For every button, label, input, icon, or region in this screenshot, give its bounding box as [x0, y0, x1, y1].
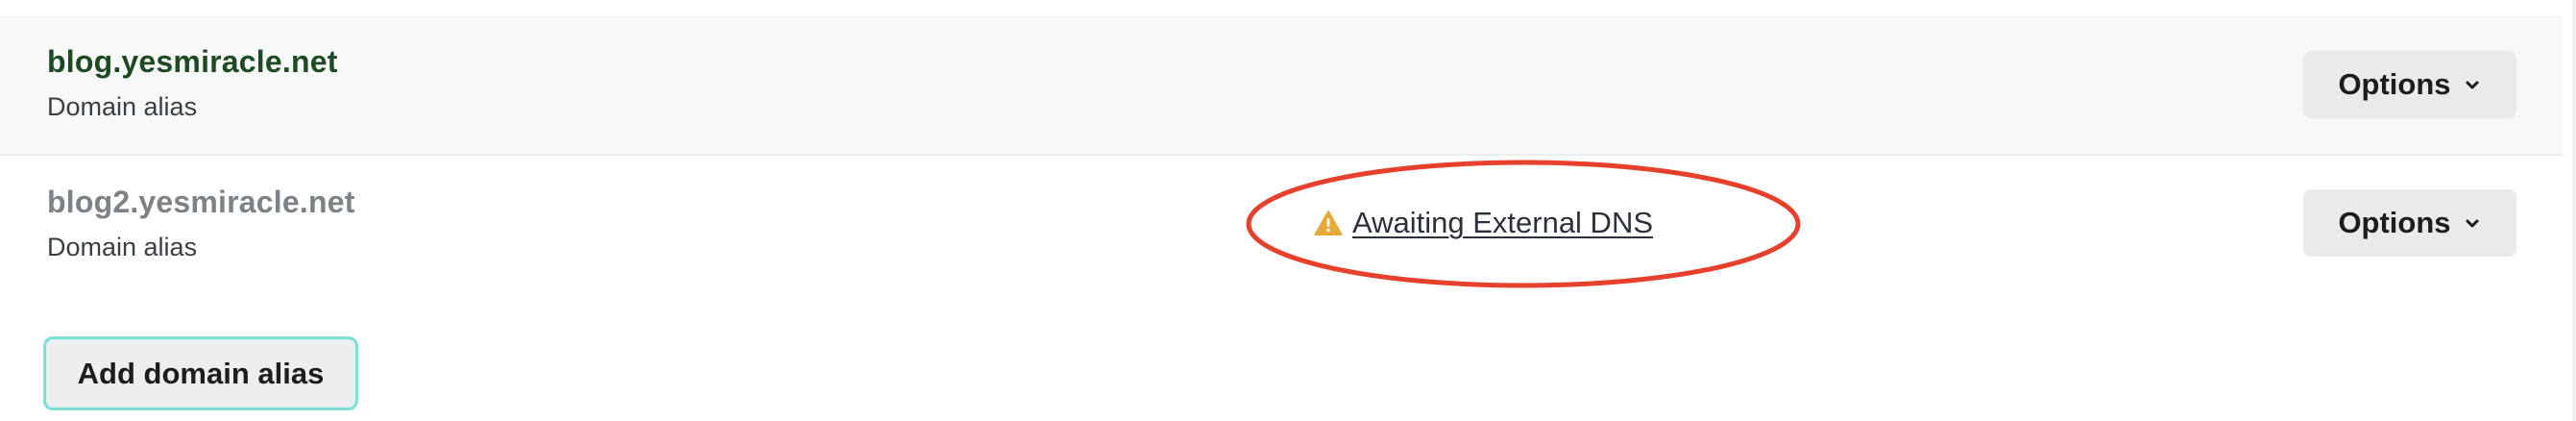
domain-row: blog2.yesmiracle.net Domain alias Awaiti…: [0, 156, 2563, 293]
chevron-down-icon: [2466, 219, 2479, 228]
warning-icon: [1314, 210, 1343, 235]
domain-type-label: Domain alias: [47, 233, 198, 261]
domain-name: blog2.yesmiracle.net: [47, 185, 355, 219]
domain-row: blog.yesmiracle.net Domain alias Options: [0, 16, 2563, 156]
domain-type-label: Domain alias: [47, 92, 198, 121]
options-button-label: Options: [2338, 67, 2451, 101]
options-button[interactable]: Options: [2303, 189, 2516, 257]
chevron-down-icon: [2466, 81, 2479, 89]
domain-name: blog.yesmiracle.net: [47, 44, 338, 79]
awaiting-dns-link[interactable]: Awaiting External DNS: [1352, 206, 1653, 240]
options-button[interactable]: Options: [2303, 51, 2516, 118]
options-button-label: Options: [2338, 206, 2451, 239]
dns-status: Awaiting External DNS: [1314, 206, 1653, 240]
domain-alias-panel: blog.yesmiracle.net Domain alias Options…: [0, 0, 2576, 421]
panel-right-edge: [2572, 0, 2576, 421]
add-domain-alias-button[interactable]: Add domain alias: [43, 336, 358, 410]
